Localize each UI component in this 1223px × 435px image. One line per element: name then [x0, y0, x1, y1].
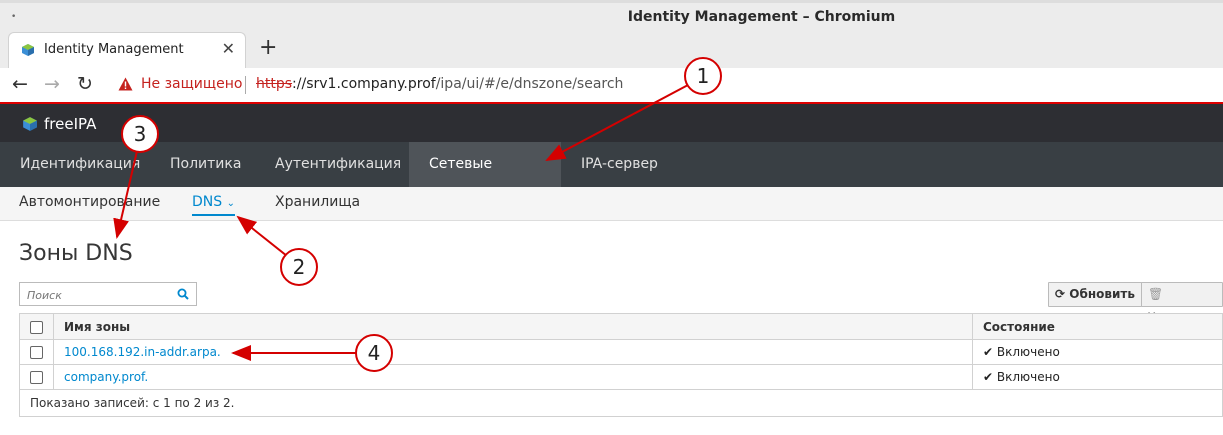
status-text: Включено: [996, 370, 1060, 384]
freeipa-favicon-icon: [22, 44, 34, 56]
back-button[interactable]: ←: [12, 73, 28, 95]
zone-link[interactable]: company.prof.: [64, 370, 148, 384]
app-header: freeIPA: [0, 104, 1223, 142]
zones-table: Имя зоны Состояние 100.168.192.in-addr.a…: [19, 313, 1223, 390]
new-tab-button[interactable]: +: [259, 35, 277, 60]
check-icon: ✔: [983, 370, 994, 384]
url-path: /ipa/ui/#/e/dnszone/search: [435, 76, 624, 92]
browser-tab[interactable]: Identity Management ✕: [8, 32, 246, 68]
chevron-down-icon: ⌄: [226, 198, 235, 209]
main-nav: Идентификация Политика Аутентификация Се…: [0, 142, 1223, 217]
row-select-cell: [19, 364, 54, 390]
nav-item-ipa-server[interactable]: IPA-сервер: [561, 142, 678, 187]
nav-item-network-services[interactable]: Сетевые службы: [409, 142, 561, 217]
window-titlebar: • Identity Management – Chromium: [0, 0, 1223, 30]
warning-icon[interactable]: [118, 77, 133, 91]
refresh-label: Обновить: [1069, 287, 1135, 301]
tab-close-icon[interactable]: ✕: [222, 39, 235, 58]
annotation-arrow-2: [236, 215, 288, 257]
browser-toolbar: ← → ↻ Не защищено https://srv1.company.p…: [0, 68, 1223, 104]
search-icon[interactable]: [177, 288, 189, 300]
status-cell: ✔ Включено: [972, 339, 1223, 365]
row-checkbox[interactable]: [30, 371, 43, 384]
zone-name-cell: company.prof.: [53, 364, 973, 390]
delete-button[interactable]: 🗑 Удалить: [1141, 282, 1223, 324]
not-secure-label[interactable]: Не защищено: [141, 76, 242, 92]
annotation-callout-2: 2: [280, 248, 318, 286]
tab-title: Identity Management: [44, 42, 184, 57]
annotation-number-2: 2: [293, 255, 306, 279]
url-host: ://srv1.company.prof: [292, 76, 436, 92]
brand-name: freeIPA: [44, 115, 97, 133]
nav-item-policy[interactable]: Политика: [150, 142, 261, 187]
url-scheme: https: [256, 76, 293, 92]
tab-strip: Identity Management ✕ +: [0, 30, 1223, 68]
subnav-dns-label: DNS: [192, 194, 223, 210]
nav-item-authentication[interactable]: Аутентификация: [255, 142, 421, 187]
address-bar[interactable]: https://srv1.company.prof/ipa/ui/#/e/dns…: [256, 76, 623, 92]
subnav-item-vaults[interactable]: Хранилища: [275, 194, 360, 210]
page-title: Зоны DNS: [19, 241, 133, 266]
reload-button[interactable]: ↻: [77, 73, 93, 95]
forward-button[interactable]: →: [44, 73, 60, 95]
address-separator: [245, 76, 246, 94]
zone-link[interactable]: 100.168.192.in-addr.arpa.: [64, 345, 221, 359]
sub-nav: Автомонтирование DNS ⌄ Хранилища: [0, 187, 1223, 221]
trash-icon: 🗑: [1148, 287, 1164, 301]
table-header-row: Имя зоны Состояние: [19, 313, 1223, 340]
table-row: company.prof. ✔ Включено: [19, 364, 1223, 390]
subnav-item-dns[interactable]: DNS ⌄: [192, 194, 235, 216]
subnav-item-automount[interactable]: Автомонтирование: [19, 194, 160, 210]
search-box: [19, 282, 197, 306]
column-header-zone-name[interactable]: Имя зоны: [53, 313, 973, 340]
select-all-cell: [19, 313, 54, 340]
search-input[interactable]: [25, 284, 169, 306]
refresh-button[interactable]: ⟳ Обновить: [1048, 282, 1142, 307]
select-all-checkbox[interactable]: [30, 320, 43, 334]
column-header-status[interactable]: Состояние: [972, 313, 1223, 340]
freeipa-logo-icon: [23, 117, 37, 131]
refresh-icon: ⟳: [1055, 287, 1066, 301]
check-icon: ✔: [983, 345, 994, 359]
zone-name-cell: 100.168.192.in-addr.arpa.: [53, 339, 973, 365]
row-checkbox[interactable]: [30, 346, 43, 359]
row-select-cell: [19, 339, 54, 365]
nav-item-identity[interactable]: Идентификация: [0, 142, 160, 187]
table-row: 100.168.192.in-addr.arpa. ✔ Включено: [19, 339, 1223, 365]
brand-logo[interactable]: freeIPA: [22, 115, 96, 133]
status-cell: ✔ Включено: [972, 364, 1223, 390]
status-text: Включено: [996, 345, 1060, 359]
table-footer: Показано записей: с 1 по 2 из 2.: [19, 390, 1223, 417]
window-title: Identity Management – Chromium: [627, 9, 896, 25]
